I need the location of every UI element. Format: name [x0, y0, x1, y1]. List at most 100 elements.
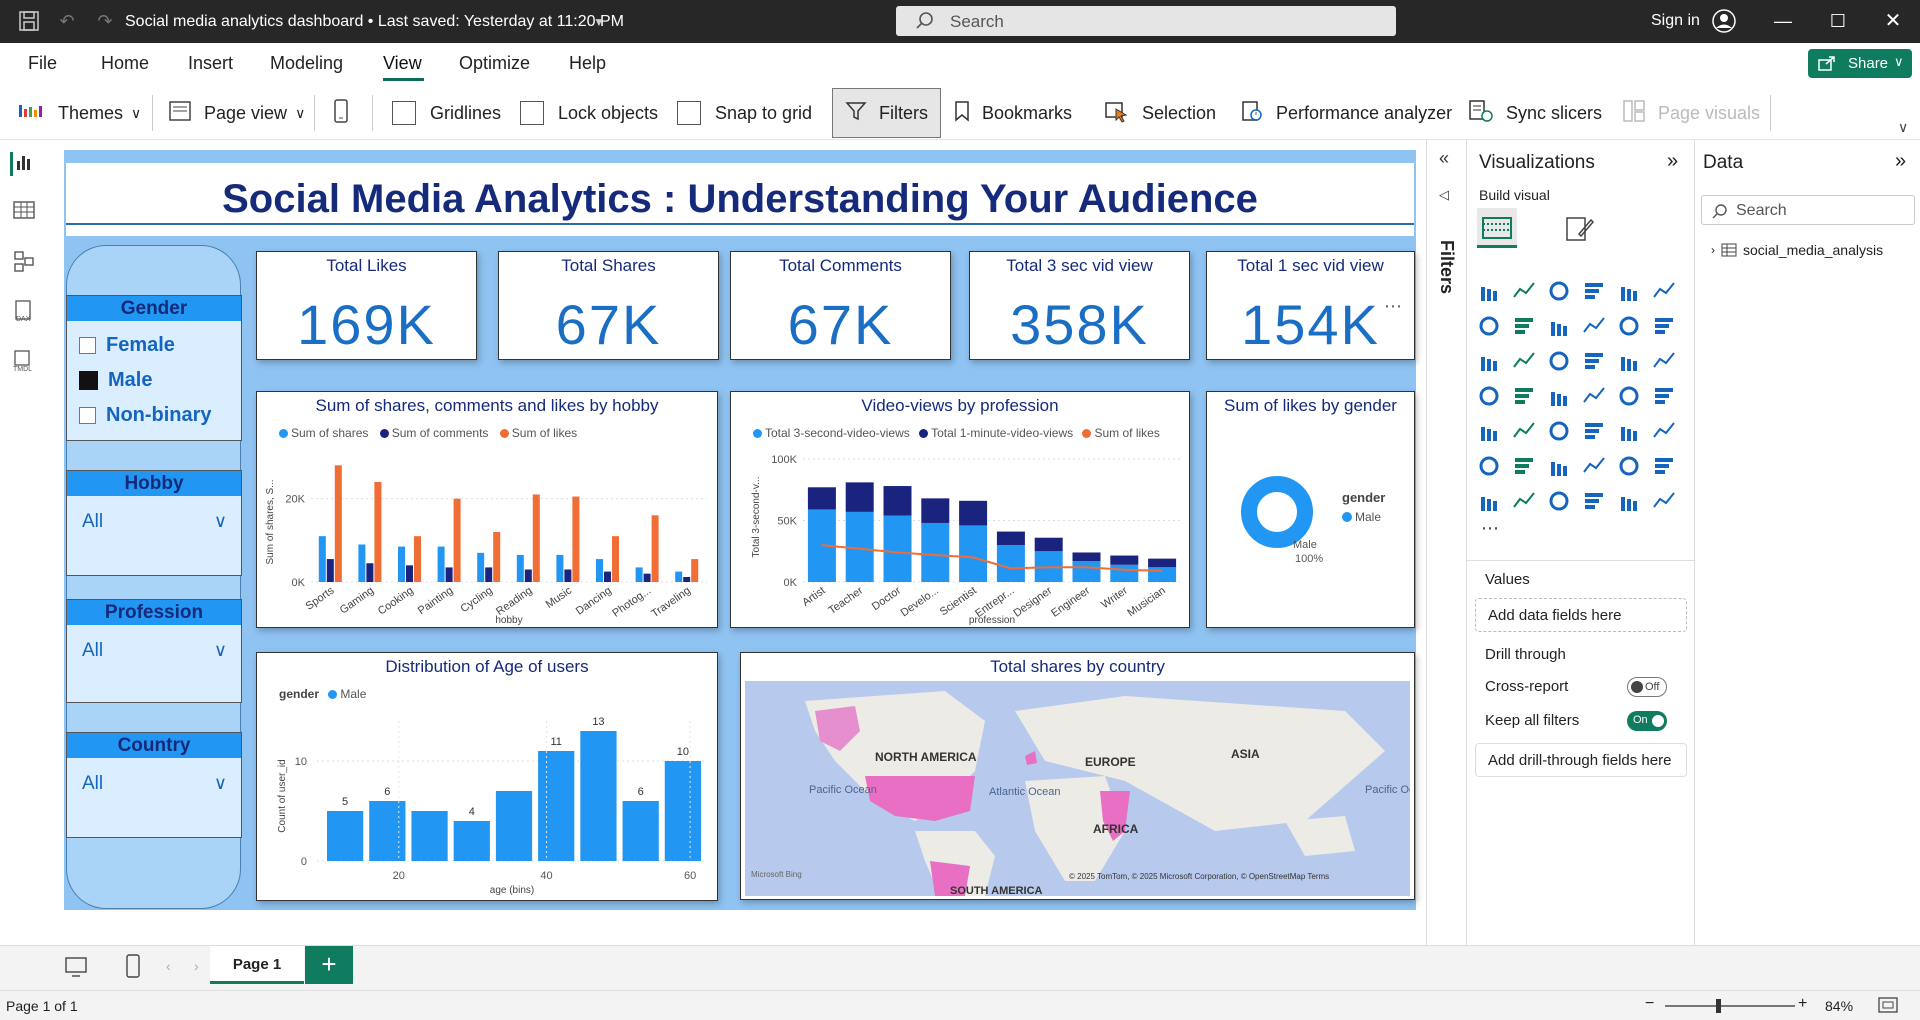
desktop-layout-icon[interactable] [64, 956, 88, 983]
visual-type-icon[interactable] [1617, 349, 1641, 373]
tab-optimize[interactable]: Optimize [459, 53, 530, 74]
kpi-card-total-1-sec-views[interactable]: Total 1 sec vid view 154K ⋯ [1206, 251, 1415, 360]
share-button[interactable]: Share ∨ [1808, 49, 1912, 78]
visual-type-icon[interactable] [1652, 349, 1676, 373]
legend-item[interactable]: Total 3-second-video-views [753, 426, 910, 440]
zoom-slider[interactable] [1665, 1005, 1795, 1007]
lock-objects-checkbox[interactable]: Lock objects [520, 91, 658, 135]
visual-type-icon[interactable] [1582, 489, 1606, 513]
legend-item[interactable]: Sum of shares [279, 426, 368, 440]
kpi-card-total-shares[interactable]: Total Shares 67K [498, 251, 719, 360]
ribbon-expand-chevron-icon[interactable]: ∨ [1898, 119, 1908, 136]
zoom-out-icon[interactable]: − [1645, 995, 1654, 1013]
tab-insert[interactable]: Insert [188, 53, 233, 74]
gender-option-non-binary[interactable]: Non-binary [79, 404, 212, 427]
gender-option-male[interactable]: Male [79, 369, 152, 392]
visual-type-icon[interactable] [1477, 384, 1501, 408]
profession-dropdown[interactable]: All [82, 640, 103, 662]
visual-type-icon[interactable] [1582, 419, 1606, 443]
map-card[interactable]: Total shares by country NORTH AMERICA EU… [740, 652, 1415, 900]
chevron-down-icon[interactable]: ∨ [214, 640, 227, 661]
chevron-down-icon[interactable]: ∨ [214, 773, 227, 794]
kpi-card-total-likes[interactable]: Total Likes 169K [256, 251, 477, 360]
table-item[interactable]: › social_media_analysis [1711, 242, 1883, 258]
visual-type-icon[interactable] [1547, 384, 1571, 408]
model-view-icon[interactable] [12, 250, 36, 274]
report-view-icon[interactable] [10, 152, 34, 176]
next-page-icon[interactable]: › [194, 958, 199, 974]
legend-item[interactable]: Male [328, 687, 366, 701]
visual-type-icon[interactable] [1477, 454, 1501, 478]
visual-type-icon[interactable] [1477, 349, 1501, 373]
cross-report-toggle[interactable]: Off [1627, 677, 1667, 697]
visual-type-icon[interactable] [1477, 489, 1501, 513]
visual-type-icon[interactable] [1547, 349, 1571, 373]
minimize-icon[interactable]: — [1772, 10, 1794, 32]
dax-query-view-icon[interactable]: DAX [12, 300, 36, 324]
legend-item[interactable]: Sum of likes [1082, 426, 1160, 440]
page-tab[interactable]: Page 1 [210, 946, 304, 984]
visual-type-icon[interactable] [1512, 349, 1536, 373]
table-view-icon[interactable] [12, 200, 36, 224]
visual-type-icon[interactable] [1617, 279, 1641, 303]
search-input[interactable]: Search [896, 6, 1396, 36]
visual-type-icon[interactable] [1512, 489, 1536, 513]
legend-item[interactable]: Sum of likes [499, 426, 577, 440]
visual-type-icon[interactable] [1652, 454, 1676, 478]
more-options-icon[interactable]: ⋯ [1384, 296, 1402, 317]
visual-type-icon[interactable] [1652, 384, 1676, 408]
mobile-layout-button[interactable] [334, 91, 360, 135]
chevron-right-icon[interactable]: › [1711, 243, 1715, 257]
maximize-icon[interactable]: ☐ [1827, 10, 1849, 32]
visual-type-icon[interactable] [1617, 419, 1641, 443]
chevron-down-icon[interactable]: ▼ [588, 11, 610, 33]
gender-option-female[interactable]: Female [79, 334, 175, 357]
visual-type-icon[interactable] [1617, 314, 1641, 338]
tmdl-view-icon[interactable]: TMDL [12, 350, 36, 374]
visual-type-icon[interactable] [1617, 454, 1641, 478]
visual-type-icon[interactable] [1582, 384, 1606, 408]
collapse-right-icon[interactable]: » [1667, 150, 1678, 173]
visual-type-icon[interactable] [1652, 489, 1676, 513]
fit-to-page-icon[interactable] [1878, 996, 1898, 1017]
visual-type-icon[interactable] [1547, 314, 1571, 338]
prev-page-icon[interactable]: ‹ [166, 958, 171, 974]
visual-type-icon[interactable] [1512, 419, 1536, 443]
visual-type-icon[interactable] [1512, 454, 1536, 478]
keep-all-filters-toggle[interactable]: On [1627, 711, 1667, 731]
zoom-in-icon[interactable]: + [1798, 995, 1807, 1013]
tab-modeling[interactable]: Modeling [270, 53, 343, 74]
chevron-down-icon[interactable]: ∨ [214, 511, 227, 532]
visual-type-icon[interactable] [1512, 279, 1536, 303]
visual-type-icon[interactable] [1582, 314, 1606, 338]
sync-slicers-button[interactable]: Sync slicers [1468, 91, 1602, 135]
build-visual-tab[interactable] [1477, 208, 1517, 248]
tab-help[interactable]: Help [569, 53, 606, 74]
gender-donut-card[interactable]: Sum of likes by gender Male 100% gender Mal… [1206, 391, 1415, 628]
more-visuals-icon[interactable]: ⋯ [1481, 518, 1499, 539]
filters-rail[interactable]: « ◁ Filters [1426, 140, 1466, 970]
expand-left-icon[interactable]: « [1439, 148, 1449, 169]
values-drop-zone[interactable]: Add data fields here [1475, 598, 1687, 632]
tab-file[interactable]: File [28, 53, 57, 74]
kpi-card-total-comments[interactable]: Total Comments 67K [730, 251, 951, 360]
visual-type-icon[interactable] [1512, 384, 1536, 408]
tab-home[interactable]: Home [101, 53, 149, 74]
zoom-slider-thumb[interactable] [1716, 999, 1721, 1013]
visual-type-icon[interactable] [1477, 279, 1501, 303]
country-dropdown[interactable]: All [82, 773, 103, 795]
drill-through-drop-zone[interactable]: Add drill-through fields here [1475, 743, 1687, 777]
visual-type-icon[interactable] [1512, 314, 1536, 338]
add-page-button[interactable]: + [305, 946, 353, 984]
tab-view[interactable]: View [383, 53, 422, 74]
snap-to-grid-checkbox[interactable]: Snap to grid [677, 91, 812, 135]
visual-type-icon[interactable] [1582, 279, 1606, 303]
age-chart-card[interactable]: Distribution of Age of users gender Male… [256, 652, 718, 901]
data-search-input[interactable]: Search [1701, 195, 1915, 225]
filters-pane-button[interactable]: Filters [832, 88, 941, 138]
user-avatar-icon[interactable] [1712, 9, 1736, 33]
bookmarks-button[interactable]: Bookmarks [954, 91, 1072, 135]
hobby-dropdown[interactable]: All [82, 511, 103, 533]
visual-type-icon[interactable] [1652, 419, 1676, 443]
visual-type-icon[interactable] [1547, 419, 1571, 443]
